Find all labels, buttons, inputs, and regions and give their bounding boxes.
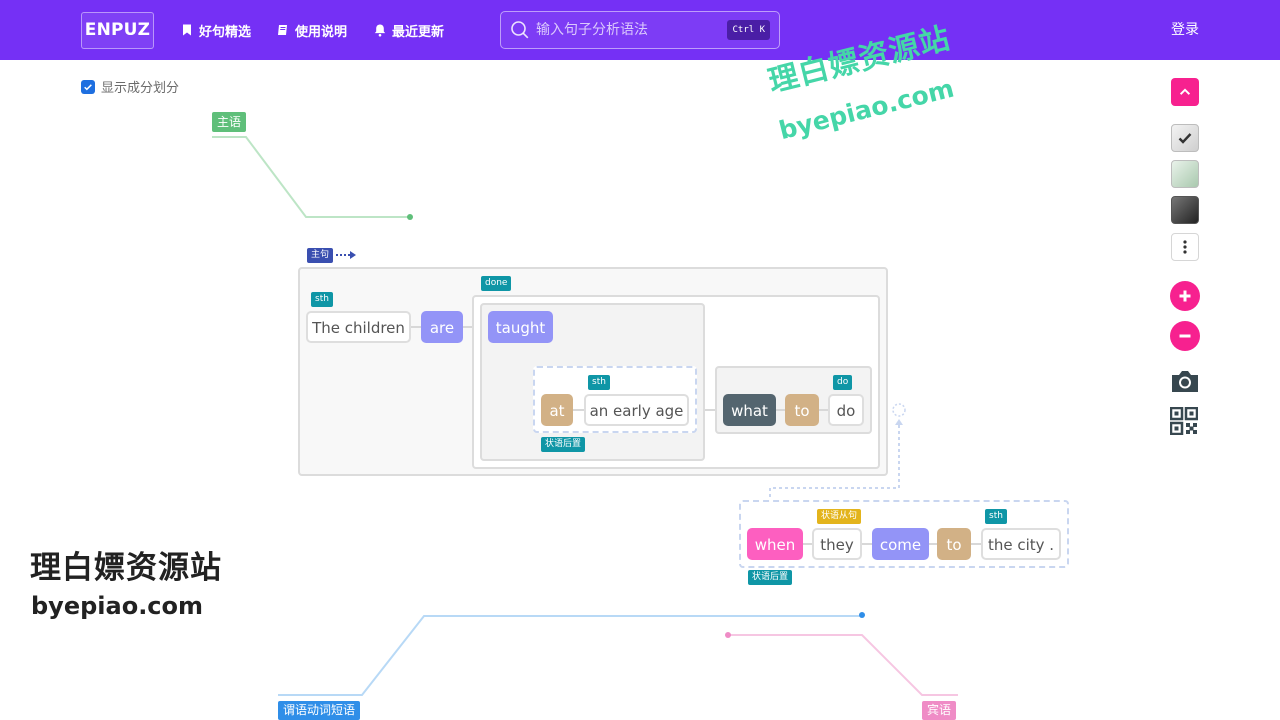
- word-do[interactable]: do: [828, 394, 864, 426]
- theme-green-button[interactable]: [1171, 160, 1199, 188]
- nav-recent-updates[interactable]: 最近更新: [373, 0, 444, 60]
- clause-anchor-circle: [892, 403, 906, 417]
- plus-icon: [1179, 290, 1191, 302]
- subject-leader-dot: [407, 214, 413, 220]
- word-an-early-age[interactable]: an early age: [584, 394, 689, 426]
- minus-icon: [1179, 334, 1191, 338]
- show-components-checkbox[interactable]: [81, 79, 95, 94]
- word-the-city[interactable]: the city .: [981, 528, 1061, 560]
- nav-featured-sentences[interactable]: 好句精选: [180, 0, 251, 60]
- search-input[interactable]: [536, 22, 726, 38]
- search-icon: [510, 20, 530, 40]
- connector: [971, 543, 981, 545]
- camera-icon: [1172, 371, 1198, 392]
- nav-label: 最近更新: [392, 24, 445, 40]
- bell-icon: [373, 23, 387, 37]
- word-are[interactable]: are: [421, 311, 463, 343]
- book-icon: [276, 23, 290, 37]
- main-clause-tag: 主句: [307, 248, 334, 263]
- sth-tag: sth: [985, 509, 1007, 524]
- show-components-toggle[interactable]: 显示成分划分: [81, 77, 179, 96]
- adverbial-clause-tag: 状语从句: [817, 509, 862, 524]
- scroll-top-button[interactable]: [1171, 78, 1199, 106]
- zoom-in-button[interactable]: [1170, 281, 1200, 311]
- predicate-leader-line: [278, 615, 862, 696]
- word-come[interactable]: come: [872, 528, 929, 560]
- done-tag: done: [481, 276, 512, 291]
- sth-tag: sth: [311, 292, 333, 307]
- word-when[interactable]: when: [747, 528, 803, 560]
- do-tag: do: [833, 375, 853, 390]
- predicate-phrase-label: 谓语动词短语: [278, 701, 361, 720]
- bookmark-icon: [180, 23, 194, 37]
- show-components-label: 显示成分划分: [101, 81, 180, 96]
- when-clause-link-arrow: [895, 419, 903, 425]
- word-what[interactable]: what: [723, 394, 776, 426]
- word-they[interactable]: they: [812, 528, 862, 560]
- site-logo[interactable]: ENPUZ: [81, 12, 154, 49]
- object-leader-dot: [725, 632, 731, 638]
- more-vertical-icon: [1183, 240, 1187, 254]
- search-box[interactable]: Ctrl K: [500, 11, 780, 49]
- nav-label: 使用说明: [295, 24, 348, 40]
- check-icon: [1178, 133, 1192, 144]
- zoom-out-button[interactable]: [1170, 321, 1200, 351]
- connector: [862, 543, 872, 545]
- watermark-title: 理白嫖资源站: [30, 550, 222, 586]
- word-to[interactable]: to: [937, 528, 971, 560]
- predicate-leader-dot: [859, 612, 865, 618]
- screenshot-button[interactable]: [1170, 367, 1200, 395]
- theme-dark-button[interactable]: [1171, 196, 1199, 224]
- search-shortcut-badge: Ctrl K: [727, 20, 770, 40]
- subject-label: 主语: [212, 112, 247, 132]
- object-label: 宾语: [922, 701, 957, 720]
- word-to[interactable]: to: [785, 394, 819, 426]
- connector: [776, 409, 785, 411]
- object-leader-line: [728, 634, 958, 696]
- connector: [705, 409, 715, 411]
- qr-code-icon: [1169, 406, 1199, 436]
- login-link[interactable]: 登录: [1171, 0, 1199, 60]
- word-at[interactable]: at: [541, 394, 573, 426]
- sth-tag: sth: [588, 375, 610, 390]
- connector: [803, 543, 812, 545]
- more-options-button[interactable]: [1171, 233, 1199, 261]
- qr-code-button[interactable]: [1169, 406, 1199, 436]
- word-taught[interactable]: taught: [488, 311, 553, 343]
- connector: [573, 409, 584, 411]
- nav-label: 好句精选: [199, 24, 252, 40]
- top-navbar: ENPUZ 好句精选 使用说明 最近更新 Ctrl K 登录: [0, 0, 1280, 60]
- main-clause-arrow-head: [350, 251, 356, 259]
- watermark-url: byepiao.com: [31, 592, 204, 620]
- nav-user-guide[interactable]: 使用说明: [276, 0, 347, 60]
- postposed-adverbial-tag: 状语后置: [748, 570, 793, 585]
- connector: [929, 543, 937, 545]
- word-the-children[interactable]: The children: [306, 311, 411, 343]
- connector: [411, 326, 421, 328]
- postposed-adverbial-tag: 状语后置: [541, 437, 586, 452]
- theme-light-button[interactable]: [1171, 124, 1199, 152]
- chevron-up-icon: [1179, 88, 1191, 95]
- subject-leader-line: [212, 136, 410, 218]
- connector: [819, 409, 828, 411]
